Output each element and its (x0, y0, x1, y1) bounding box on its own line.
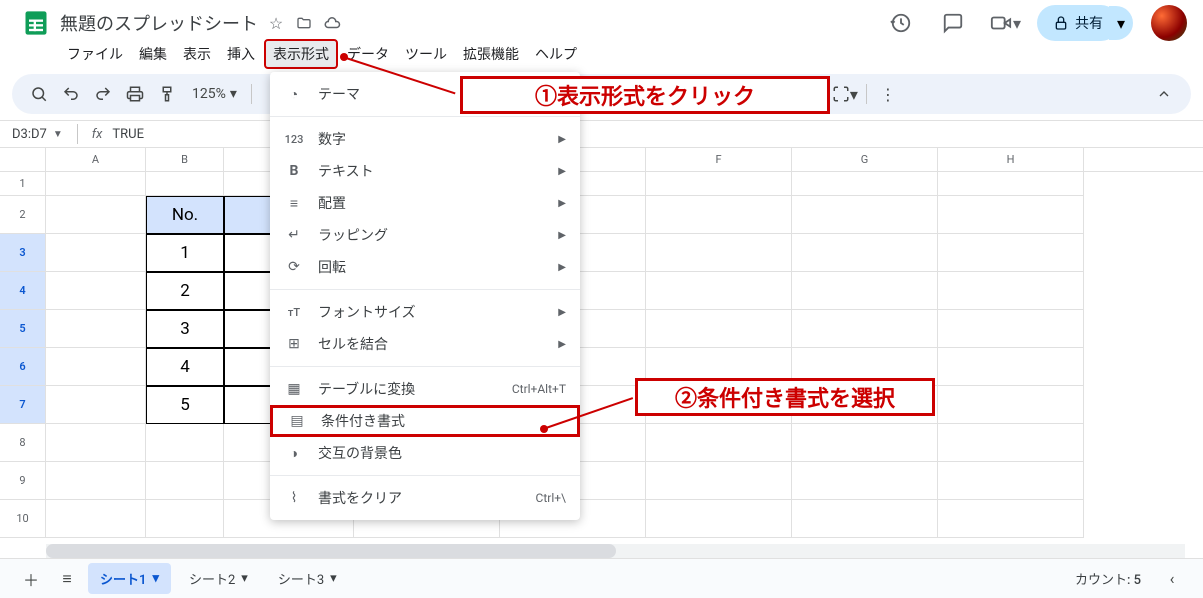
menu-insert[interactable]: 挿入 (220, 41, 262, 67)
sheets-logo[interactable] (16, 3, 56, 43)
annotation-2: ②条件付き書式を選択 (635, 378, 935, 416)
collapse-toolbar-icon[interactable] (1149, 79, 1179, 109)
dd-clear[interactable]: ⌇書式をクリアCtrl+\ (270, 482, 580, 514)
format-dropdown: ◔テーマ 123数字▶ Bテキスト▶ ≡配置▶ ↵ラッピング▶ ⟳回転▶ тTフ… (270, 72, 580, 520)
dd-number[interactable]: 123数字▶ (270, 123, 580, 155)
more-icon[interactable]: ⋮ (873, 79, 903, 109)
all-sheets-icon[interactable]: ≡ (52, 564, 82, 594)
chevron-right-icon: ▶ (558, 307, 566, 318)
document-title[interactable]: 無題のスプレッドシート (60, 10, 258, 36)
menu-extensions[interactable]: 拡張機能 (456, 41, 526, 67)
merge-cells-icon: ⊞ (284, 336, 304, 352)
dd-altcolor[interactable]: ◑交互の背景色 (270, 437, 580, 469)
sheet-tab-1[interactable]: シート1 ▾ (88, 563, 171, 594)
print-icon[interactable] (120, 79, 150, 109)
chevron-right-icon: ▶ (558, 262, 566, 273)
dd-fontsize[interactable]: тTフォントサイズ▶ (270, 296, 580, 328)
comment-icon[interactable] (933, 3, 973, 43)
dd-rotate[interactable]: ⟳回転▶ (270, 251, 580, 283)
number-icon: 123 (284, 133, 304, 146)
chevron-right-icon: ▶ (558, 166, 566, 177)
chevron-right-icon: ▶ (558, 339, 566, 350)
explore-chevron-icon[interactable]: ‹ (1157, 564, 1187, 594)
history-icon[interactable] (881, 3, 921, 43)
dd-align[interactable]: ≡配置▶ (270, 187, 580, 219)
sheet-tab-3[interactable]: シート3 ▾ (266, 563, 349, 594)
search-icon[interactable] (24, 79, 54, 109)
zoom-selector[interactable]: 125% ▾ (184, 86, 245, 102)
cloud-icon[interactable] (322, 13, 342, 33)
sheet-tab-2[interactable]: シート2 ▾ (177, 563, 260, 594)
dd-conditional-format[interactable]: ▤条件付き書式 (270, 405, 580, 437)
chevron-right-icon: ▶ (558, 230, 566, 241)
dd-merge[interactable]: ⊞セルを結合▶ (270, 328, 580, 360)
count-label[interactable]: カウント: 5 (1075, 569, 1151, 588)
sheet-tabs-bar: ＋ ≡ シート1 ▾ シート2 ▾ シート3 ▾ カウント: 5 ‹ (0, 558, 1203, 598)
paint-format-icon[interactable] (152, 79, 182, 109)
fx-icon: fx (92, 127, 103, 142)
dd-text[interactable]: Bテキスト▶ (270, 155, 580, 187)
theme-icon: ◔ (284, 86, 304, 103)
align-icon: ≡ (284, 195, 304, 212)
formula-bar: D3:D7▼ fx TRUE (0, 120, 1203, 148)
menu-format[interactable]: 表示形式 (264, 39, 338, 69)
table-icon: ▦ (284, 381, 304, 397)
clear-format-icon: ⌇ (284, 490, 304, 506)
dd-table[interactable]: ▦テーブルに変換Ctrl+Alt+T (270, 373, 580, 405)
undo-icon[interactable] (56, 79, 86, 109)
menu-view[interactable]: 表示 (176, 41, 218, 67)
add-sheet-icon[interactable]: ＋ (16, 564, 46, 594)
horizontal-scrollbar[interactable] (46, 544, 1185, 558)
dd-wrap[interactable]: ↵ラッピング▶ (270, 219, 580, 251)
avatar[interactable] (1151, 5, 1187, 41)
menu-help[interactable]: ヘルプ (528, 41, 584, 67)
altcolor-icon: ◑ (284, 445, 304, 462)
merge-icon[interactable]: ▾ (830, 79, 860, 109)
formula-value[interactable]: TRUE (112, 127, 144, 142)
titlebar: 無題のスプレッドシート ☆ ▾ 共有 ▾ (0, 0, 1203, 40)
menu-tools[interactable]: ツール (398, 41, 454, 67)
rotate-icon: ⟳ (284, 259, 304, 275)
fontsize-icon: тT (284, 306, 304, 319)
menu-edit[interactable]: 編集 (132, 41, 174, 67)
share-button[interactable]: 共有 (1037, 5, 1119, 41)
bold-icon: B (284, 163, 304, 179)
star-icon[interactable]: ☆ (266, 13, 286, 33)
annotation-1: ①表示形式をクリック (460, 76, 830, 114)
move-icon[interactable] (294, 13, 314, 33)
share-label: 共有 (1075, 13, 1103, 33)
menubar: ファイル 編集 表示 挿入 表示形式 データ ツール 拡張機能 ヘルプ (0, 40, 1203, 68)
spreadsheet-grid[interactable]: ABCDEFGH 12No.31〇〇42△△53□□64▲▲75〇〇8910 (0, 148, 1203, 538)
menu-file[interactable]: ファイル (60, 41, 130, 67)
redo-icon[interactable] (88, 79, 118, 109)
chevron-right-icon: ▶ (558, 134, 566, 145)
chevron-right-icon: ▶ (558, 198, 566, 209)
wrap-icon: ↵ (284, 227, 304, 243)
conditional-icon: ▤ (287, 413, 307, 429)
name-box[interactable]: D3:D7▼ (12, 127, 63, 142)
meet-icon[interactable]: ▾ (985, 3, 1025, 43)
share-dropdown-icon[interactable]: ▾ (1109, 6, 1133, 40)
